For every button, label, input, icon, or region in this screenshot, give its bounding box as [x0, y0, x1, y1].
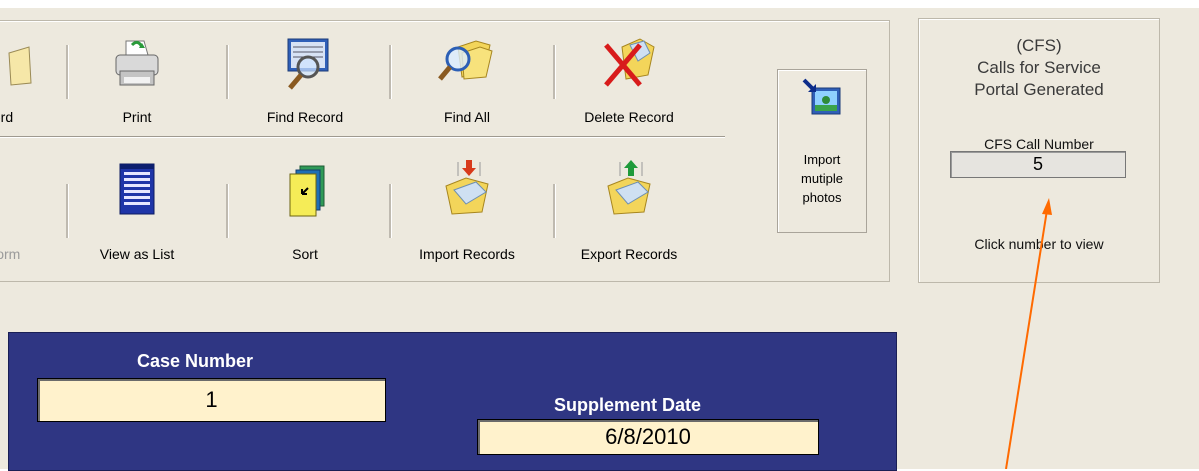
annotation-arrow — [1005, 198, 1052, 469]
app-window: ord Print — [0, 0, 1199, 471]
